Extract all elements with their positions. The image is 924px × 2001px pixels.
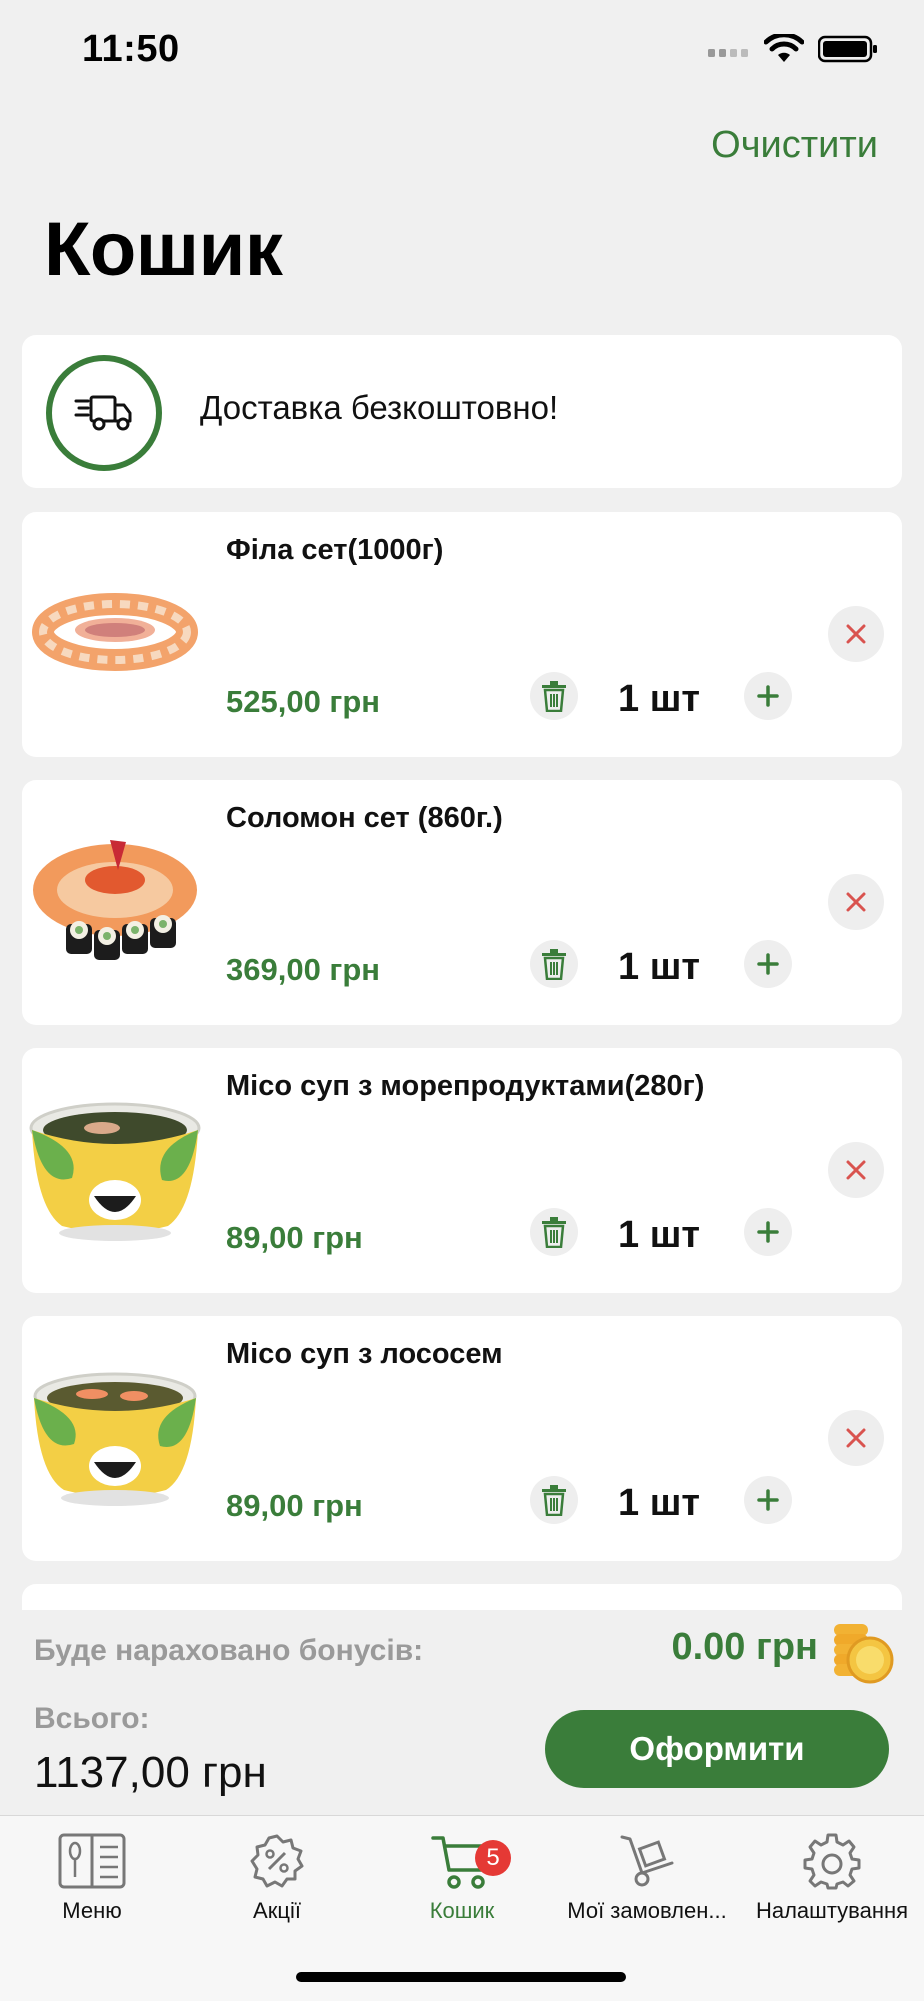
hand-truck-icon <box>620 1835 674 1887</box>
delivery-text: Доставка безкоштовно! <box>200 389 559 426</box>
order-summary: Буде нараховано бонусів: 0.00 грн Всього… <box>0 1610 924 1815</box>
product-image <box>22 1356 208 1516</box>
product-name: Місо суп з лососем <box>226 1338 503 1370</box>
truck-icon-circle <box>46 355 162 471</box>
product-image <box>22 1088 208 1248</box>
delivery-banner: Доставка безкоштовно! <box>22 335 902 488</box>
bonus-label: Буде нараховано бонусів: <box>34 1634 424 1667</box>
tab-menu[interactable]: Меню <box>0 1830 184 1924</box>
product-image <box>22 552 208 712</box>
tab-cart[interactable]: 5 Кошик <box>370 1830 554 1924</box>
status-bar: 11:50 <box>0 0 924 100</box>
tab-my-orders[interactable]: Мої замовлен... <box>555 1830 739 1924</box>
product-name: Соломон сет (860г.) <box>226 802 503 834</box>
home-indicator[interactable] <box>296 1972 626 1982</box>
remove-item-button[interactable] <box>828 606 884 662</box>
decrease-trash-button[interactable] <box>530 672 578 720</box>
plus-icon <box>757 1221 779 1243</box>
tab-label: Мої замовлен... <box>567 1898 727 1923</box>
product-name: Філа сет(1000г) <box>226 534 444 566</box>
menu-book-icon <box>58 1833 126 1889</box>
decrease-trash-button[interactable] <box>530 1208 578 1256</box>
coins-icon <box>834 1624 894 1684</box>
quantity-value: 1 шт <box>618 1214 700 1256</box>
wifi-icon <box>764 34 804 62</box>
clear-cart-button[interactable]: Очистити <box>711 124 878 167</box>
close-icon <box>846 1160 866 1180</box>
total-label: Всього: <box>34 1702 150 1735</box>
quantity-value: 1 шт <box>618 678 700 720</box>
soup-bowl-image <box>29 1102 201 1241</box>
trash-icon <box>542 1217 566 1248</box>
quantity-value: 1 шт <box>618 946 700 988</box>
cart-badge: 5 <box>475 1840 511 1876</box>
status-time: 11:50 <box>82 28 180 70</box>
remove-item-button[interactable] <box>828 1410 884 1466</box>
tab-label: Меню <box>62 1898 122 1923</box>
tab-label: Акції <box>253 1898 301 1923</box>
status-icons <box>708 34 878 64</box>
signal-icon <box>708 49 748 57</box>
gear-icon <box>803 1833 861 1890</box>
delivery-truck-icon <box>74 395 132 431</box>
cart-item: Філа сет(1000г) 525,00 грн 1 шт <box>22 512 902 757</box>
increase-button[interactable] <box>744 1208 792 1256</box>
product-price: 89,00 грн <box>226 1220 363 1255</box>
close-icon <box>846 1428 866 1448</box>
increase-button[interactable] <box>744 940 792 988</box>
bonus-value: 0.00 грн <box>671 1626 818 1668</box>
cart-item: Соломон сет (860г.) 369,00 грн 1 шт <box>22 780 902 1025</box>
tab-label: Кошик <box>429 1898 495 1923</box>
decrease-trash-button[interactable] <box>530 1476 578 1524</box>
discount-badge-icon <box>250 1834 304 1888</box>
tab-settings[interactable]: Налаштування <box>740 1830 924 1924</box>
tab-promotions[interactable]: Акції <box>185 1830 369 1924</box>
product-price: 89,00 грн <box>226 1488 363 1523</box>
checkout-button[interactable]: Оформити <box>545 1710 889 1788</box>
cart-item: Місо суп з морепродуктами(280г) 89,00 гр… <box>22 1048 902 1293</box>
increase-button[interactable] <box>744 1476 792 1524</box>
product-price: 525,00 грн <box>226 684 381 719</box>
tab-label: Налаштування <box>755 1898 909 1923</box>
sushi-set-image <box>33 840 197 960</box>
increase-button[interactable] <box>744 672 792 720</box>
plus-icon <box>757 685 779 707</box>
trash-icon <box>542 1485 566 1516</box>
product-price: 369,00 грн <box>226 952 381 987</box>
trash-icon <box>542 949 566 980</box>
soup-bowl-image <box>33 1372 197 1506</box>
remove-item-button[interactable] <box>828 874 884 930</box>
trash-icon <box>542 681 566 712</box>
page-title: Кошик <box>44 207 283 292</box>
close-icon <box>846 624 866 644</box>
total-value: 1137,00 грн <box>34 1748 267 1797</box>
remove-item-button[interactable] <box>828 1142 884 1198</box>
product-name: Місо суп з морепродуктами(280г) <box>226 1070 705 1102</box>
product-image <box>22 820 208 980</box>
quantity-value: 1 шт <box>618 1482 700 1524</box>
sushi-set-image <box>32 593 198 671</box>
battery-icon <box>818 35 877 63</box>
decrease-trash-button[interactable] <box>530 940 578 988</box>
plus-icon <box>757 953 779 975</box>
close-icon <box>846 892 866 912</box>
plus-icon <box>757 1489 779 1511</box>
cart-item: Місо суп з лососем 89,00 грн 1 шт <box>22 1316 902 1561</box>
